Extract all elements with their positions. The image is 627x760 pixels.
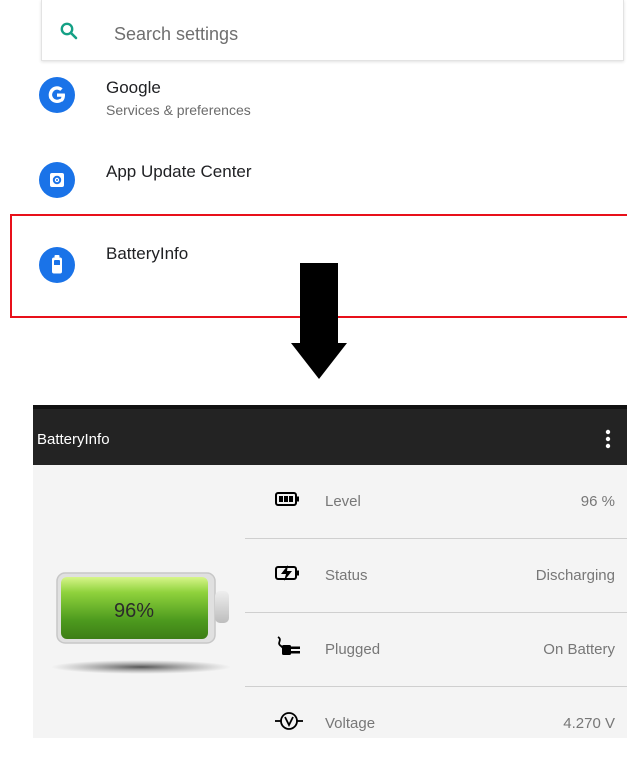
- app-update-icon: [39, 162, 75, 198]
- overflow-menu-icon[interactable]: [605, 429, 611, 449]
- info-row-status: Status Discharging: [245, 539, 627, 612]
- info-label: Voltage: [325, 715, 376, 732]
- app-toolbar: BatteryInfo: [33, 405, 627, 465]
- search-bar[interactable]: Search settings: [41, 0, 624, 61]
- app-title: BatteryInfo: [37, 431, 110, 448]
- battery-percent-label: 96%: [114, 600, 154, 622]
- search-placeholder: Search settings: [114, 24, 239, 44]
- info-row-level: Level 96 %: [245, 465, 627, 538]
- settings-item-title: Google: [106, 78, 161, 97]
- search-icon: [60, 22, 78, 45]
- google-icon: [39, 77, 75, 113]
- info-value: Discharging: [535, 567, 615, 584]
- battery-level-icon: [275, 487, 303, 511]
- info-value: 4.270 V: [563, 715, 615, 732]
- settings-item-title: App Update Center: [106, 162, 252, 181]
- settings-item-google[interactable]: Google Services & preferences: [0, 62, 627, 142]
- info-label: Plugged: [325, 641, 381, 658]
- info-row-plugged: Plugged On Battery: [245, 613, 627, 686]
- settings-item-subtitle: Services & preferences: [106, 102, 251, 118]
- battery-graphic: 96%: [49, 567, 235, 687]
- info-label: Level: [325, 493, 361, 510]
- info-value: 96 %: [580, 493, 615, 510]
- down-arrow-icon: [291, 263, 347, 384]
- info-label: Status: [325, 567, 368, 584]
- battery-info-content: 96% Level 96 % Status Discharging Plugge…: [33, 465, 627, 738]
- voltage-icon: [275, 709, 303, 733]
- charging-status-icon: [275, 561, 303, 585]
- info-row-voltage: Voltage 4.270 V: [245, 687, 627, 760]
- settings-item-app-update-center[interactable]: App Update Center: [0, 142, 627, 222]
- plug-icon: [275, 635, 303, 659]
- info-value: On Battery: [543, 641, 615, 658]
